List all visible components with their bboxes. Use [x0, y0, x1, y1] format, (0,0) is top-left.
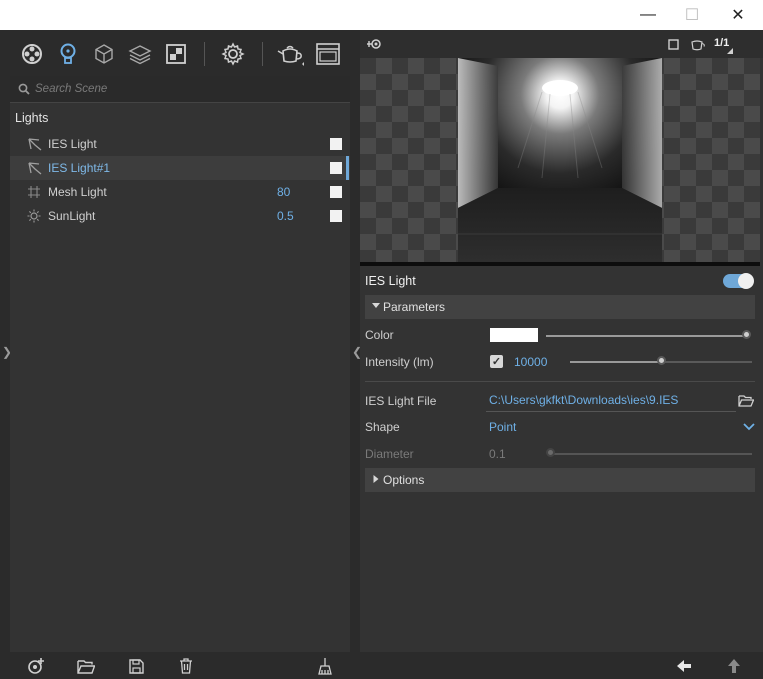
- layers-icon[interactable]: [126, 40, 154, 68]
- search-icon: [18, 83, 30, 95]
- light-name: IES Light#1: [48, 161, 111, 175]
- options-label: Options: [383, 473, 425, 487]
- gear-icon[interactable]: [219, 40, 247, 68]
- chevron-down-icon[interactable]: [743, 423, 755, 431]
- mesh-light-icon: [28, 186, 40, 198]
- add-light-icon[interactable]: [26, 656, 46, 676]
- light-name: IES Light: [48, 137, 97, 151]
- diameter-value: 0.1: [489, 447, 506, 461]
- light-name: SunLight: [48, 209, 96, 223]
- sun-icon: [27, 209, 41, 223]
- viewport-toolbar: 1/1: [360, 30, 763, 58]
- minimize-icon: —: [640, 6, 656, 23]
- light-value: 80: [277, 185, 291, 199]
- parameters-label: Parameters: [383, 300, 446, 314]
- light-value: 0.5: [277, 209, 294, 223]
- intensity-value[interactable]: 10000: [514, 355, 547, 369]
- diameter-slider-track: [550, 453, 752, 455]
- back-arrow-icon[interactable]: [674, 656, 694, 676]
- search-bar[interactable]: Search Scene: [10, 76, 350, 103]
- diameter-slider-knob: [545, 448, 555, 457]
- lightbulb-icon[interactable]: [54, 40, 82, 68]
- dropdown-corner-icon: [727, 48, 733, 54]
- ies-light-icon: [28, 162, 42, 175]
- render-viewport[interactable]: [360, 58, 760, 262]
- divider: [365, 381, 755, 382]
- material-ball-icon[interactable]: [18, 40, 46, 68]
- shape-dropdown[interactable]: Point: [489, 420, 516, 434]
- intensity-slider-fill: [570, 361, 661, 363]
- parameters-section-header[interactable]: Parameters: [365, 295, 755, 319]
- light-row[interactable]: SunLight 0.5: [10, 204, 350, 228]
- checker-icon[interactable]: [162, 40, 190, 68]
- stop-icon[interactable]: [668, 39, 679, 50]
- light-row[interactable]: Mesh Light 80: [10, 180, 350, 204]
- light-visibility-checkbox[interactable]: [330, 186, 342, 198]
- light-visibility-checkbox[interactable]: [330, 210, 342, 222]
- maximize-button[interactable]: ☐: [669, 0, 715, 30]
- ies-file-path[interactable]: C:\Users\gkfkt\Downloads\ies\9.IES: [489, 393, 678, 407]
- toggle-knob: [738, 273, 754, 289]
- preview-panel: 1/1 IES Light Parameters Color Intensity…: [360, 30, 763, 652]
- properties-title: IES Light: [365, 274, 416, 288]
- color-slider-track[interactable]: [546, 335, 746, 337]
- search-input[interactable]: Search Scene: [35, 83, 107, 95]
- teapot-icon[interactable]: [689, 38, 705, 51]
- color-slider-knob[interactable]: [741, 330, 751, 339]
- intensity-slider-knob[interactable]: [656, 356, 666, 365]
- close-button[interactable]: ✕: [715, 0, 761, 30]
- shape-label: Shape: [365, 420, 400, 434]
- file-field-underline: [486, 411, 736, 412]
- chevron-right-icon: [373, 475, 379, 483]
- cube-icon[interactable]: [90, 40, 118, 68]
- up-arrow-icon[interactable]: [724, 656, 744, 676]
- main-toolbar: [10, 34, 350, 74]
- clean-up-icon[interactable]: [315, 656, 335, 676]
- delete-icon[interactable]: [176, 656, 196, 676]
- selection-indicator: [346, 156, 349, 180]
- color-label: Color: [365, 328, 394, 342]
- diameter-label: Diameter: [365, 447, 414, 461]
- options-section-header[interactable]: Options: [365, 468, 755, 492]
- light-row-selected[interactable]: IES Light#1: [10, 156, 350, 180]
- light-row[interactable]: IES Light: [10, 132, 350, 156]
- toolbar-divider: [204, 42, 205, 66]
- chevron-down-icon: [372, 303, 380, 308]
- teapot-icon[interactable]: [276, 40, 304, 68]
- light-name: Mesh Light: [48, 185, 107, 199]
- app-body: ❯ Search Scene Lights IES Light IES Ligh…: [0, 30, 763, 679]
- render-preview: [458, 58, 662, 262]
- light-visibility-checkbox[interactable]: [330, 162, 342, 174]
- close-icon: ✕: [731, 7, 745, 24]
- enable-toggle[interactable]: [723, 273, 754, 289]
- lights-section-title: Lights: [15, 111, 49, 125]
- bottom-toolbar: [0, 652, 763, 679]
- camera-lock-icon[interactable]: [366, 37, 382, 51]
- intensity-checkbox[interactable]: ✓: [490, 355, 503, 368]
- scene-panel: Search Scene Lights IES Light IES Light#…: [10, 76, 350, 652]
- folder-open-icon[interactable]: [738, 394, 754, 407]
- toolbar-divider: [262, 42, 263, 66]
- title-bar: — ☐ ✕: [0, 0, 763, 30]
- color-swatch[interactable]: [490, 328, 538, 342]
- ies-file-label: IES Light File: [365, 394, 437, 408]
- light-visibility-checkbox[interactable]: [330, 138, 342, 150]
- save-icon[interactable]: [126, 656, 146, 676]
- window-icon[interactable]: [314, 40, 342, 68]
- viewport-border: [360, 262, 760, 266]
- ies-light-icon: [28, 138, 42, 151]
- minimize-button[interactable]: —: [625, 0, 671, 30]
- intensity-label: Intensity (lm): [365, 355, 434, 369]
- maximize-icon: ☐: [684, 7, 700, 24]
- open-folder-icon[interactable]: [76, 656, 96, 676]
